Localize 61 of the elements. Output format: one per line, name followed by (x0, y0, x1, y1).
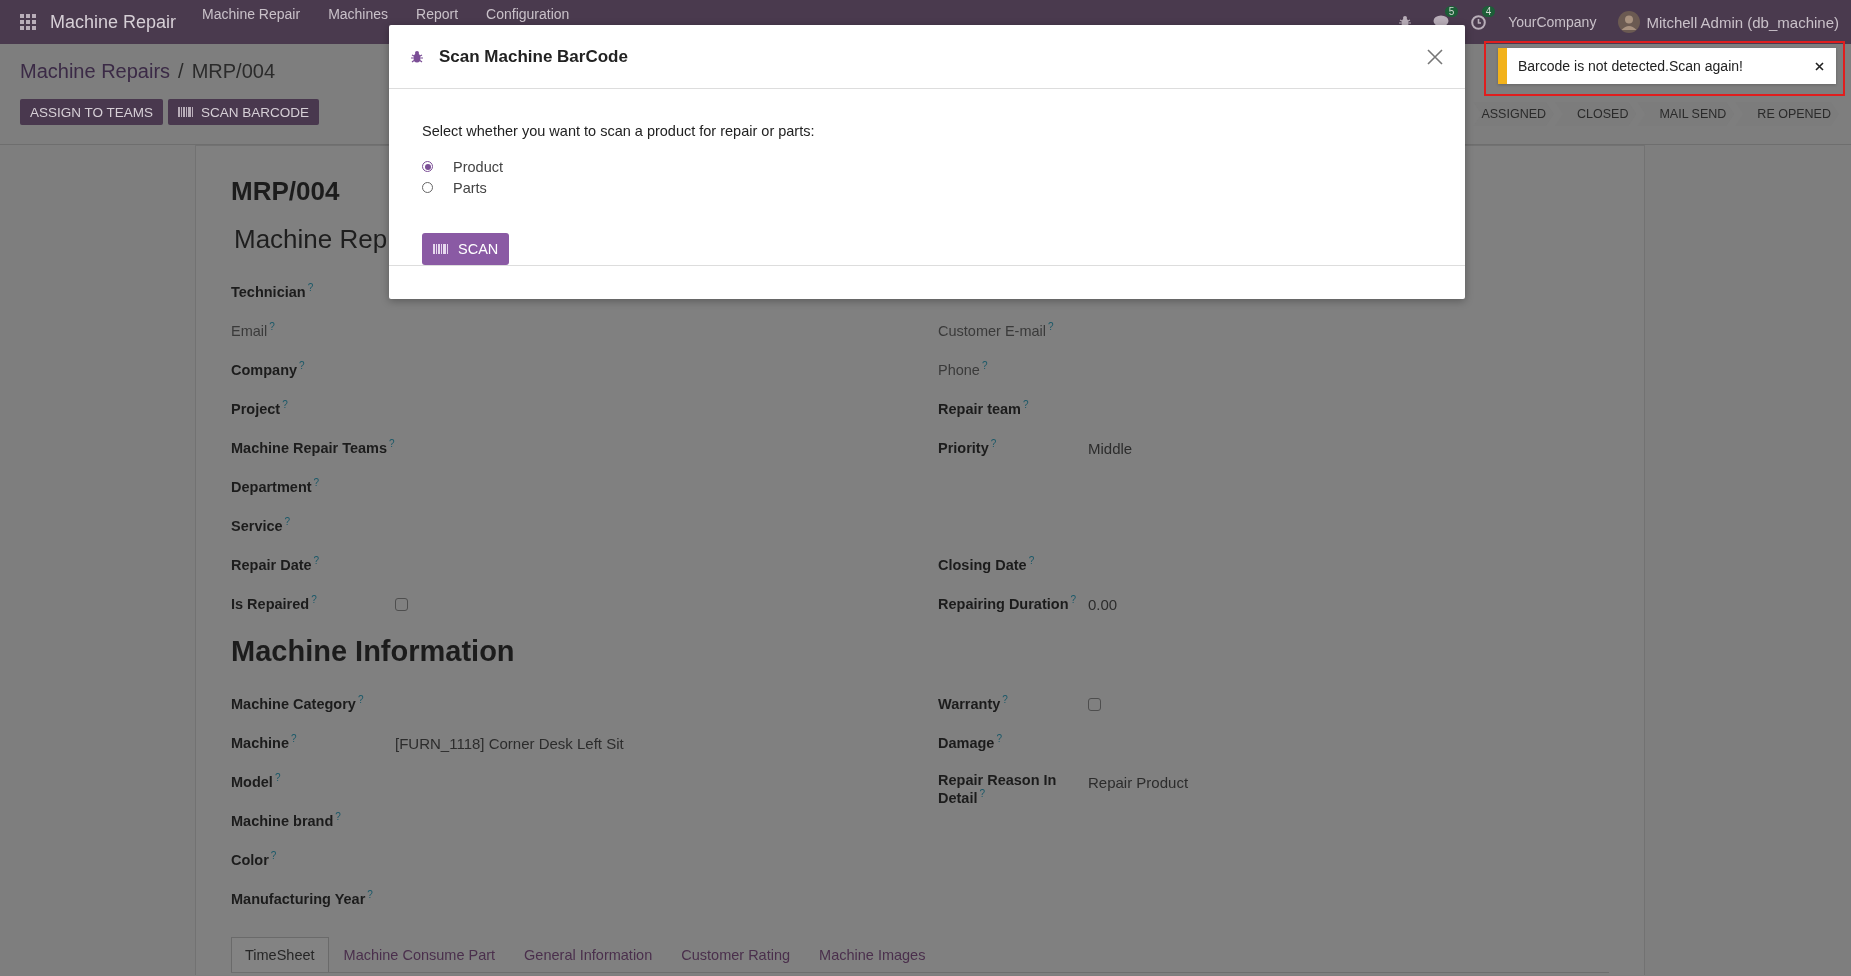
field-label: Closing Date$^{?}$ (938, 554, 1036, 573)
menu-item[interactable]: Machines (328, 6, 389, 22)
count-badge: 5 (1444, 6, 1459, 17)
radio-label[interactable]: Product (453, 158, 503, 175)
field-label: Repairing Duration$^{?}$ (938, 593, 1078, 612)
field-value: Middle (1088, 439, 1133, 457)
field-label: Model$^{?}$ (231, 771, 282, 790)
field-value: [FURN_1118] Corner Desk Left Sit (395, 734, 624, 752)
field-label: Company$^{?}$ (231, 359, 306, 378)
breadcrumb-separator: / (178, 60, 184, 83)
field-label: Repair Reason In Detail$^{?}$ (938, 771, 1058, 806)
field-label: Machine Repair Teams$^{?}$ (231, 437, 395, 456)
field-value: Repair Product (1088, 773, 1189, 791)
field-label: Machine$^{?}$ (231, 732, 298, 751)
field-label: Technician$^{?}$ (231, 281, 315, 300)
apps-grid-icon[interactable] (20, 14, 36, 30)
field-label: Phone$^{?}$ (938, 359, 989, 378)
dialog-title: Scan Machine BarCode (439, 46, 629, 67)
menu-item[interactable]: Machine Repair (202, 6, 301, 22)
field-label: Manufacturing Year$^{?}$ (231, 888, 374, 907)
field-label: Customer E-mail$^{?}$ (938, 320, 1055, 339)
app-name[interactable]: Machine Repair (50, 11, 177, 33)
record-name: Machine Rep (234, 224, 388, 255)
clock-icon[interactable] (1471, 14, 1487, 30)
menu-item[interactable]: Configuration (486, 6, 570, 22)
avatar-icon[interactable] (1618, 11, 1641, 33)
tab[interactable]: TimeSheet (231, 937, 329, 972)
scan-barcode-button[interactable]: SCAN BARCODE (168, 99, 320, 125)
field-label: Email$^{?}$ (231, 320, 276, 339)
dialog-prompt: Select whether you want to scan a product for repair or parts: (422, 123, 815, 139)
field-label: Machine Category$^{?}$ (231, 693, 365, 712)
barcode-icon (178, 106, 194, 118)
field-label: Project$^{?}$ (231, 398, 289, 417)
bug-icon (411, 49, 423, 64)
field-label: Damage$^{?}$ (938, 732, 1003, 751)
field-label: Service$^{?}$ (231, 515, 292, 534)
field-label: Repair Date$^{?}$ (231, 554, 321, 573)
user-name[interactable]: Mitchell Admin (db_machine) (1646, 13, 1839, 31)
radio-label[interactable]: Parts (453, 179, 487, 196)
field-label: Color$^{?}$ (231, 849, 278, 868)
menu-item[interactable]: Report (416, 6, 459, 22)
field-label: Repair team$^{?}$ (938, 398, 1030, 417)
section-heading: Machine Information (231, 635, 515, 668)
count-badge: 4 (1481, 5, 1496, 17)
field-label: Department$^{?}$ (231, 476, 321, 495)
field-label: Priority$^{?}$ (938, 437, 998, 456)
notification-message: Barcode is not detected.Scan again! (1518, 58, 1744, 74)
company-name[interactable]: YourCompany (1508, 14, 1597, 30)
field-value: 0.00 (1088, 595, 1118, 613)
checkbox[interactable] (1088, 698, 1101, 711)
field-label: Is Repaired$^{?}$ (231, 593, 318, 612)
close-icon[interactable] (1815, 61, 1824, 71)
field-label: Machine brand$^{?}$ (231, 810, 342, 829)
checkbox[interactable] (395, 598, 408, 611)
record-reference: MRP/004 (231, 176, 340, 207)
record-title: MRP/004 (191, 60, 275, 83)
scan-button[interactable]: SCAN (422, 233, 510, 265)
field-label: Warranty$^{?}$ (938, 693, 1009, 712)
assign-button[interactable]: ASSIGN TO TEAMS (20, 99, 164, 125)
breadcrumb-link[interactable]: Machine Repairs (20, 60, 171, 83)
barcode-icon (433, 243, 448, 255)
